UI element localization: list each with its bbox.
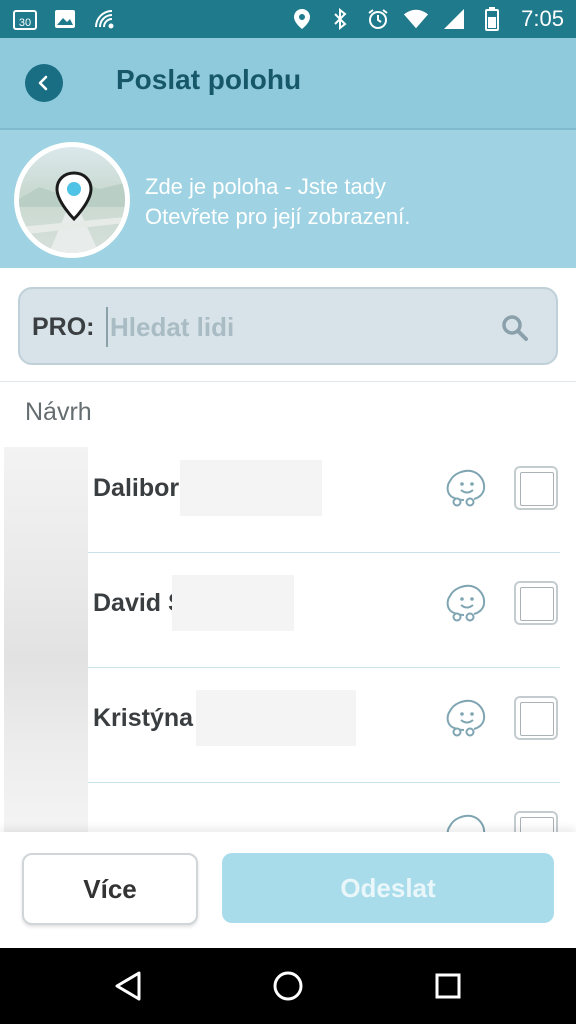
location-title: Zde je poloha - Jste tady [145, 174, 386, 199]
select-checkbox[interactable] [514, 466, 558, 510]
cell-signal-icon [441, 7, 467, 31]
svg-text:30: 30 [19, 17, 31, 29]
redacted-surname [180, 460, 322, 516]
location-icon [289, 7, 315, 31]
select-checkbox[interactable] [514, 696, 558, 740]
contact-row[interactable]: Dalibor [88, 438, 560, 553]
map-thumbnail[interactable] [14, 142, 130, 258]
nav-recents-icon[interactable] [428, 966, 468, 1006]
contact-name: Dalibor [93, 474, 180, 502]
search-box[interactable]: PRO: [18, 287, 558, 365]
location-preview[interactable]: Zde je poloha - Jste tady Otevřete pro j… [0, 128, 576, 268]
redacted-surname [196, 690, 356, 746]
battery-icon [479, 7, 505, 31]
chevron-left-icon [38, 75, 48, 91]
action-bar: Více Odeslat [0, 832, 576, 948]
status-time: 7:05 [521, 6, 564, 31]
waze-icon [446, 469, 486, 507]
alarm-icon [365, 7, 391, 31]
select-checkbox[interactable] [514, 581, 558, 625]
send-button[interactable]: Odeslat [222, 853, 554, 923]
wifi-signal-icon [92, 7, 118, 31]
image-icon [52, 7, 78, 31]
recipient-label: PRO: [32, 313, 95, 341]
app-header: Poslat polohu [0, 38, 576, 128]
system-nav-bar [0, 948, 576, 1024]
back-button[interactable] [25, 64, 63, 102]
contact-name: Kristýna [93, 704, 194, 732]
wifi-icon [403, 7, 429, 31]
calendar-icon: 30 [12, 7, 38, 31]
contact-row[interactable]: David S [88, 553, 560, 668]
search-icon[interactable] [500, 313, 530, 343]
redacted-surname [172, 575, 294, 631]
waze-icon [446, 699, 486, 737]
contact-avatars [4, 447, 88, 832]
location-subtitle: Otevřete pro její zobrazení. [145, 204, 411, 229]
waze-icon [446, 584, 486, 622]
suggestions-heading: Návrh [25, 398, 92, 426]
status-bar: 30 7:05 [0, 0, 576, 38]
nav-back-icon[interactable] [108, 966, 148, 1006]
contact-name: David S [93, 589, 185, 617]
search-input[interactable] [110, 303, 490, 351]
nav-home-icon[interactable] [268, 966, 308, 1006]
recipient-search-section: PRO: [0, 268, 576, 382]
text-cursor [106, 307, 108, 347]
bluetooth-icon [327, 7, 353, 31]
contact-row[interactable]: Kristýna [88, 668, 560, 783]
more-button[interactable]: Více [22, 853, 198, 925]
map-pin-icon [55, 171, 93, 222]
page-title: Poslat polohu [116, 64, 302, 95]
